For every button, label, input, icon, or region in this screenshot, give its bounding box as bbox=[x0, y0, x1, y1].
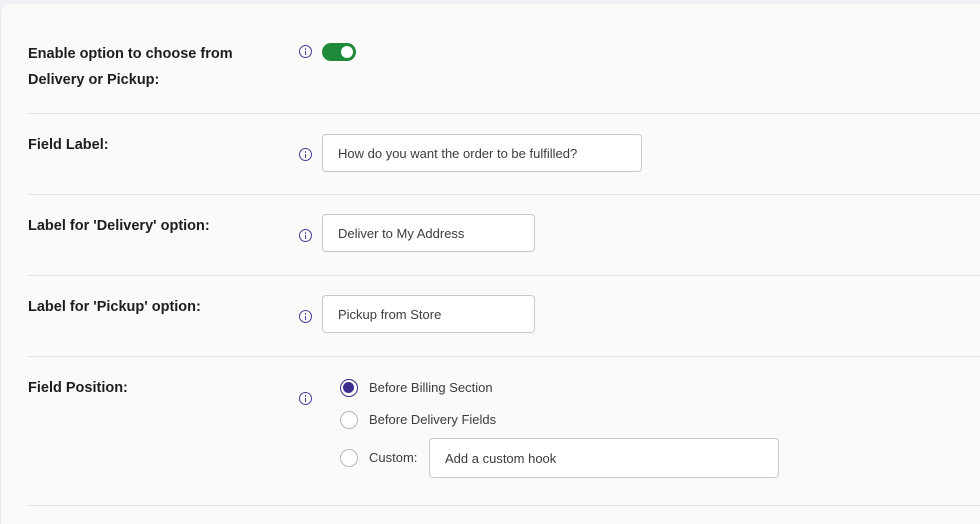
radio-before-delivery-label[interactable]: Before Delivery Fields bbox=[369, 411, 496, 429]
enable-option-label: Enable option to choose from Delivery or… bbox=[28, 46, 233, 88]
setting-row-pickup-label: Label for 'Pickup' option: bbox=[28, 276, 980, 357]
radio-before-billing-label[interactable]: Before Billing Section bbox=[369, 379, 493, 397]
toggle-knob bbox=[341, 46, 353, 58]
field-position-label: Field Position: bbox=[28, 380, 128, 396]
field-label-input[interactable] bbox=[322, 134, 642, 172]
custom-hook-input[interactable] bbox=[429, 438, 779, 478]
radio-custom[interactable] bbox=[340, 449, 358, 467]
setting-row-enable-option: Enable option to choose from Delivery or… bbox=[28, 4, 980, 114]
settings-panel: Enable option to choose from Delivery or… bbox=[0, 4, 980, 524]
info-icon[interactable] bbox=[299, 310, 312, 323]
info-icon[interactable] bbox=[299, 148, 312, 161]
setting-row-field-position: Field Position: Before Billing Section B… bbox=[28, 357, 980, 506]
info-icon[interactable] bbox=[299, 229, 312, 242]
delivery-label-label: Label for 'Delivery' option: bbox=[28, 218, 210, 234]
radio-before-delivery[interactable] bbox=[340, 411, 358, 429]
field-label-label: Field Label: bbox=[28, 137, 109, 153]
radio-custom-label[interactable]: Custom: bbox=[369, 449, 417, 467]
setting-row-delivery-label: Label for 'Delivery' option: bbox=[28, 195, 980, 276]
enable-option-toggle[interactable] bbox=[322, 43, 356, 61]
pickup-label-input[interactable] bbox=[322, 295, 535, 333]
pickup-label-label: Label for 'Pickup' option: bbox=[28, 299, 201, 315]
info-icon[interactable] bbox=[299, 392, 312, 405]
setting-row-field-label: Field Label: bbox=[28, 114, 980, 195]
info-icon[interactable] bbox=[299, 45, 312, 58]
radio-before-billing[interactable] bbox=[340, 379, 358, 397]
delivery-label-input[interactable] bbox=[322, 214, 535, 252]
